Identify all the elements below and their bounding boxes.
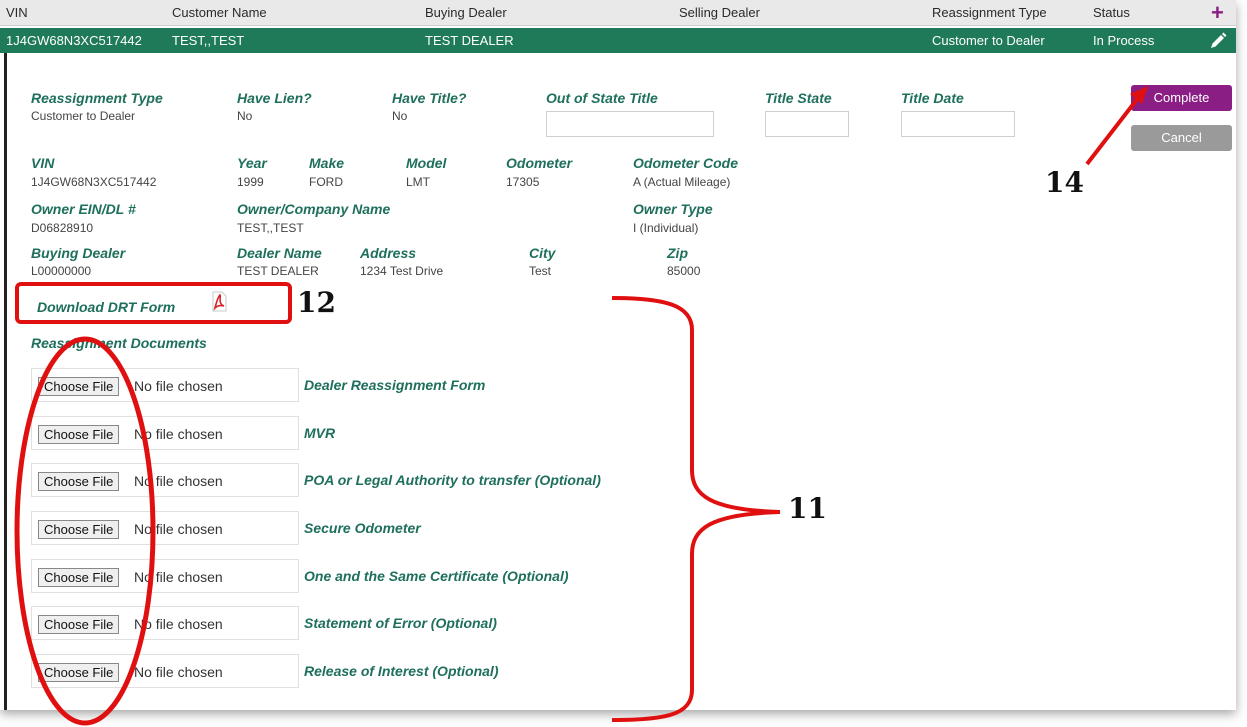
complete-arrow-line — [1085, 96, 1140, 166]
callout-14: 14 — [1045, 166, 1084, 199]
file-inputs-ellipse — [14, 336, 156, 726]
complete-arrow-head — [1130, 86, 1148, 104]
callout-12: 12 — [297, 286, 336, 319]
callout-11: 11 — [788, 492, 827, 525]
annotation-overlay — [14, 86, 1148, 726]
callout-12-box — [15, 282, 292, 324]
documents-brace — [611, 296, 781, 722]
